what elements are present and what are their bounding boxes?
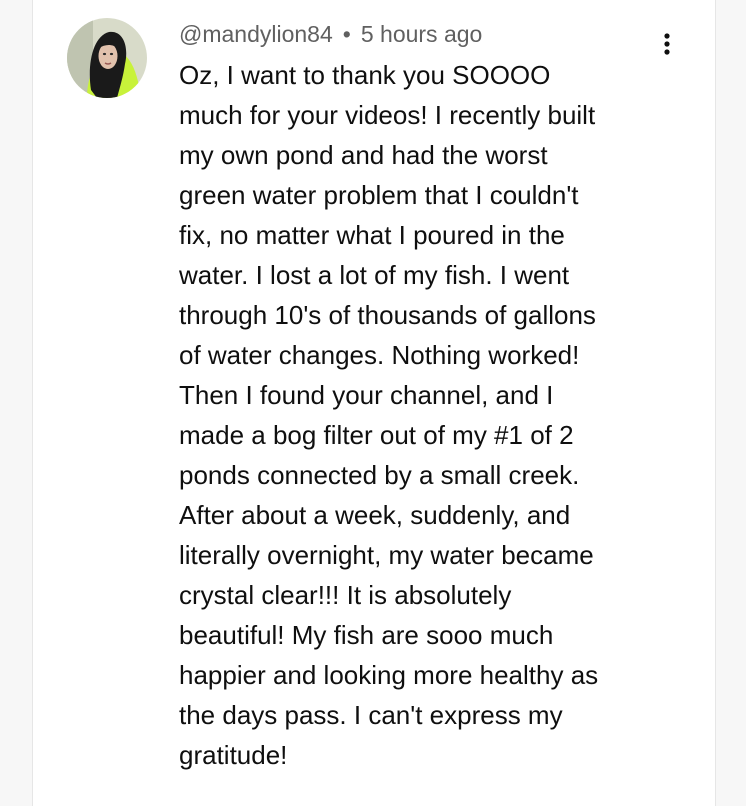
author-name[interactable]: @mandylion84 <box>179 21 333 47</box>
comment-card: @mandylion84 • 5 hours ago Oz, I want to t… <box>32 0 716 806</box>
comment-text: Oz, I want to thank you SOOOO much for y… <box>179 60 599 770</box>
avatar[interactable] <box>67 18 147 98</box>
separator-dot: • <box>342 21 351 47</box>
user-avatar-icon <box>67 18 147 98</box>
timestamp[interactable]: 5 hours ago <box>361 21 482 47</box>
comment-header: @mandylion84 • 5 hours ago <box>179 19 482 49</box>
